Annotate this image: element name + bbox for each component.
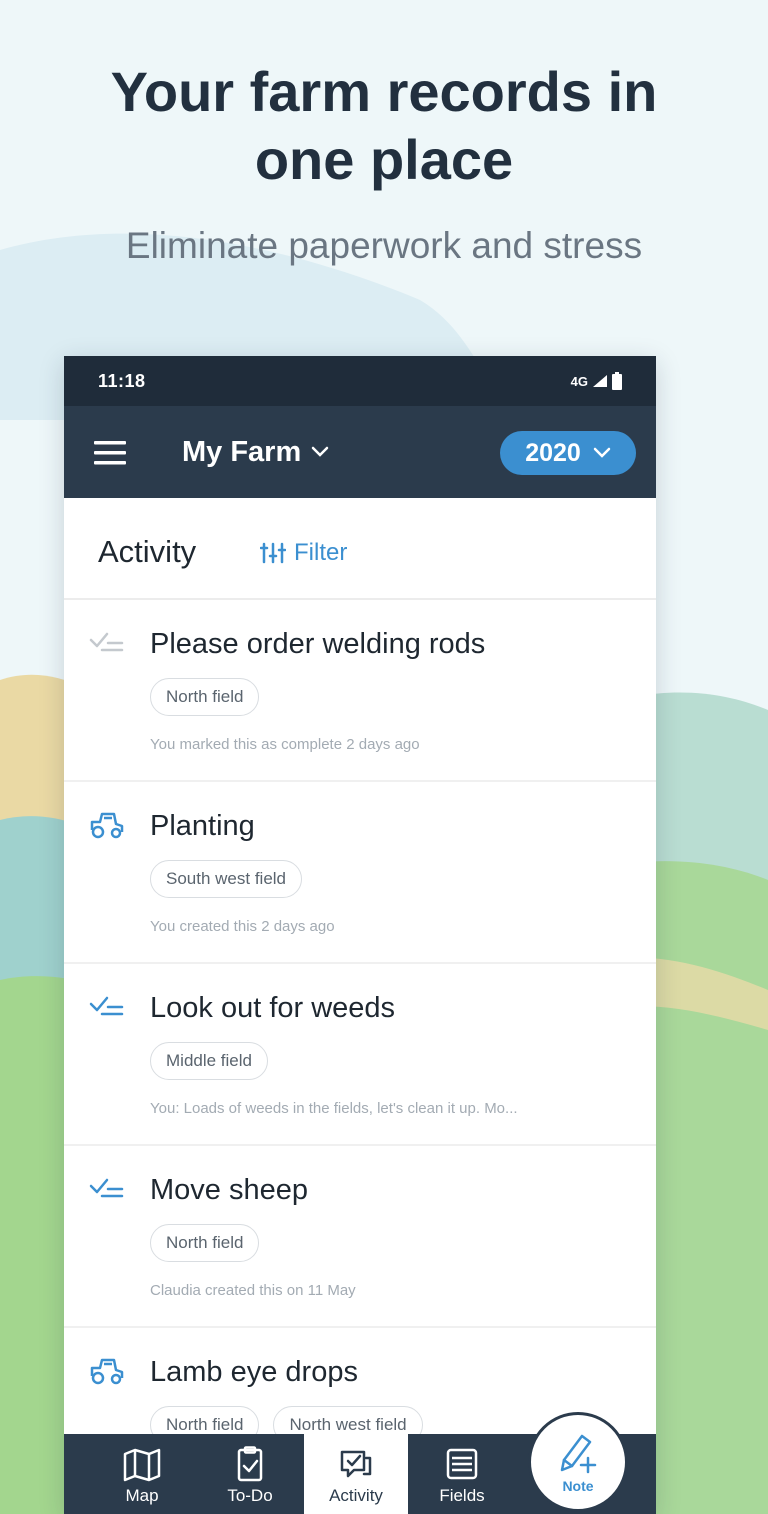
farm-name: My Farm [182, 435, 302, 468]
checklist-icon [89, 996, 124, 1016]
hamburger-menu-icon[interactable] [94, 440, 128, 466]
status-time: 11:18 [98, 371, 146, 391]
signal-icon [593, 375, 607, 387]
nav-label: Map [125, 1486, 159, 1505]
field-tag[interactable]: North field [150, 678, 260, 716]
phone-screen: 11:18 4G My Farm 2020 Activity Filter Pl… [64, 356, 656, 1514]
item-title: Look out for weeds [150, 992, 396, 1024]
tractor-icon [90, 1358, 124, 1385]
field-tag[interactable]: North field [150, 1224, 260, 1262]
farm-selector[interactable]: My Farm [182, 432, 329, 472]
filter-sliders-icon [260, 542, 286, 564]
nav-item-activity[interactable]: Activity [304, 1434, 408, 1514]
status-bar: 11:18 4G [64, 356, 656, 406]
list-item[interactable]: Move sheep North field Claudia created t… [64, 1146, 656, 1328]
nav-item-fields[interactable]: Fields [408, 1434, 516, 1514]
page-title: Activity [98, 534, 197, 569]
tractor-icon [90, 812, 124, 839]
filter-button[interactable]: Filter [260, 538, 347, 568]
year-selector[interactable]: 2020 [500, 431, 636, 475]
tag-list: North field [150, 1224, 260, 1262]
status-indicators: 4G [571, 372, 622, 390]
item-title: Planting [150, 810, 255, 842]
list-item[interactable]: Please order welding rods North field Yo… [64, 600, 656, 782]
checklist-icon [89, 1178, 124, 1198]
activity-header: Activity Filter [64, 498, 656, 600]
nav-label: To-Do [227, 1486, 273, 1505]
battery-icon [612, 372, 622, 390]
item-meta: Claudia created this on 11 May [150, 1282, 356, 1299]
promo-subheadline: Eliminate paperwork and stress [125, 225, 643, 266]
filter-label: Filter [294, 539, 348, 566]
tag-list: North field [150, 678, 260, 716]
pen-plus-icon [560, 1434, 597, 1474]
nav-label: Activity [329, 1486, 383, 1505]
checklist-icon [89, 632, 124, 652]
nav-item-todo[interactable]: To-Do [196, 1434, 304, 1514]
fab-label: Note [562, 1478, 594, 1494]
map-icon [123, 1448, 161, 1482]
add-note-button[interactable]: Note [528, 1412, 628, 1512]
item-meta: You created this 2 days ago [150, 918, 335, 935]
chevron-down-icon [593, 447, 611, 458]
item-title: Lamb eye drops [150, 1356, 358, 1388]
year-label: 2020 [525, 438, 581, 467]
nav-label: Fields [439, 1486, 485, 1505]
promo-headline-line1: Your farm records in [110, 60, 658, 123]
app-bar: My Farm 2020 [64, 406, 656, 498]
nav-item-map[interactable]: Map [88, 1434, 196, 1514]
promo-headline-line2: one place [254, 128, 514, 191]
fields-icon [446, 1448, 478, 1480]
network-label: 4G [570, 373, 588, 389]
tag-list: South west field [150, 860, 303, 898]
chevron-down-icon [312, 446, 329, 457]
activity-list: Please order welding rods North field Yo… [64, 600, 656, 1510]
list-item[interactable]: Look out for weeds Middle field You: Loa… [64, 964, 656, 1146]
clipboard-check-icon [237, 1446, 263, 1482]
item-meta: You: Loads of weeds in the fields, let's… [150, 1100, 518, 1117]
field-tag[interactable]: South west field [150, 860, 303, 898]
field-tag[interactable]: Middle field [150, 1042, 268, 1080]
item-title: Please order welding rods [150, 628, 486, 660]
item-title: Move sheep [150, 1174, 308, 1206]
tag-list: Middle field [150, 1042, 268, 1080]
activity-icon [340, 1450, 372, 1478]
promo-headline: Your farm records in one place [0, 58, 768, 194]
item-meta: You marked this as complete 2 days ago [150, 736, 420, 753]
list-item[interactable]: Planting South west field You created th… [64, 782, 656, 964]
